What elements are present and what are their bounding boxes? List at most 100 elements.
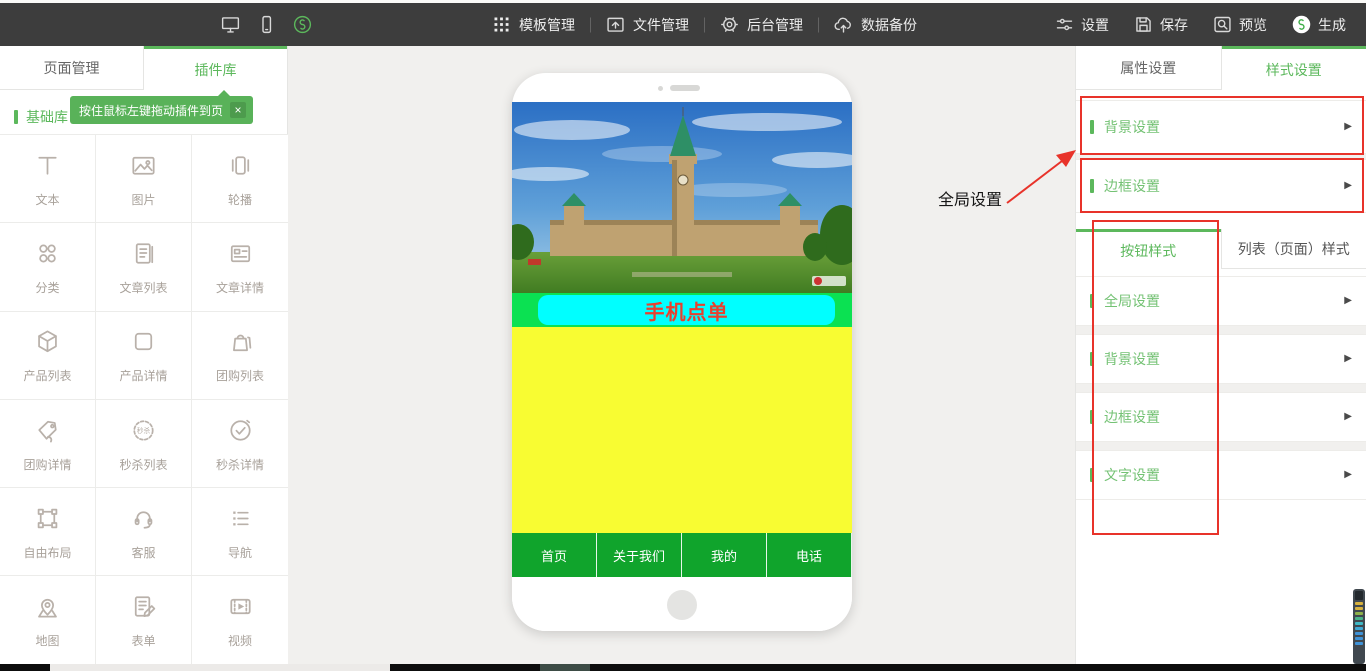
chevron-right-icon: ▶ — [1344, 296, 1352, 306]
phone-nav-about[interactable]: 关于我们 — [597, 533, 682, 577]
plugin-seckill-detail[interactable]: 秒杀详情 — [192, 400, 288, 488]
section-button-border-settings[interactable]: 边框设置 ▶ — [1076, 392, 1366, 442]
tab-page-management[interactable]: 页面管理 — [0, 46, 144, 90]
parliament-photo — [512, 102, 852, 293]
phone-bottom-nav: 首页 关于我们 我的 电话 — [512, 533, 852, 577]
menu-item-label: 模板管理 — [519, 15, 575, 35]
plugin-label: 图片 — [131, 191, 155, 208]
link-circle-icon[interactable] — [292, 14, 313, 35]
horizontal-scrollbar[interactable] — [0, 664, 1366, 671]
plugin-grid: 文本 图片 轮播 分类 文章列表 — [0, 134, 288, 665]
close-icon[interactable]: × — [230, 102, 246, 118]
menu-item-label: 数据备份 — [861, 15, 917, 35]
mobile-view-icon[interactable] — [256, 14, 277, 35]
scrollbar-segment — [540, 664, 590, 671]
menu-backend-management[interactable]: 后台管理 — [704, 3, 818, 46]
title-banner-button[interactable]: 手机点单 — [538, 295, 835, 325]
desktop-view-icon[interactable] — [220, 14, 241, 35]
plugin-navigation[interactable]: 导航 — [192, 488, 288, 576]
cloud-upload-icon — [833, 14, 854, 35]
save-button[interactable]: 保存 — [1133, 14, 1188, 35]
plugin-video[interactable]: 视频 — [192, 576, 288, 664]
phone-nav-home[interactable]: 首页 — [512, 533, 597, 577]
app-root: 模板管理 文件管理 后台管理 数据备份 — [0, 0, 1366, 671]
section-button-background-settings[interactable]: 背景设置 ▶ — [1076, 334, 1366, 384]
plugin-free-layout[interactable]: 自由布局 — [0, 488, 96, 576]
plugin-article-list[interactable]: 文章列表 — [96, 223, 192, 311]
plugin-label: 团购详情 — [23, 456, 71, 473]
phone-nav-phone[interactable]: 电话 — [767, 533, 852, 577]
tab-button-style[interactable]: 按钮样式 — [1076, 229, 1221, 269]
menu-template-management[interactable]: 模板管理 — [476, 3, 590, 46]
action-label: 设置 — [1081, 15, 1109, 35]
camera-dot — [658, 86, 663, 91]
page-minimap-widget[interactable] — [1353, 589, 1365, 664]
minimap-cap — [1355, 591, 1363, 600]
section-border-settings[interactable]: 边框设置 ▶ — [1076, 159, 1366, 213]
banner-strip: 手机点单 — [512, 293, 852, 327]
plugin-carousel[interactable]: 轮播 — [192, 135, 288, 223]
menu-data-backup[interactable]: 数据备份 — [818, 3, 932, 46]
section-label: 边框设置 — [1104, 176, 1160, 196]
plugin-groupbuy-list[interactable]: 团购列表 — [192, 312, 288, 400]
seckill-clock-icon — [128, 415, 159, 446]
plugin-label: 秒杀详情 — [216, 456, 264, 473]
save-icon — [1133, 14, 1154, 35]
nav-item-label: 首页 — [541, 546, 567, 565]
plugin-label: 秒杀列表 — [119, 456, 167, 473]
plugin-customer-service[interactable]: 客服 — [96, 488, 192, 576]
tab-style-settings[interactable]: 样式设置 — [1222, 46, 1366, 90]
article-detail-icon — [225, 238, 256, 269]
plugin-article-detail[interactable]: 文章详情 — [192, 223, 288, 311]
plugin-label: 视频 — [228, 632, 252, 649]
plugin-label: 地图 — [35, 632, 59, 649]
tab-list-page-style[interactable]: 列表（页面）样式 — [1221, 229, 1366, 269]
menu-file-management[interactable]: 文件管理 — [590, 3, 704, 46]
hero-image-block[interactable] — [512, 102, 852, 293]
chevron-right-icon: ▶ — [1344, 412, 1352, 422]
menu-item-label: 后台管理 — [747, 15, 803, 35]
drag-hint-tooltip: 按住鼠标左键拖动插件到页 × — [70, 96, 253, 124]
plugin-product-list[interactable]: 产品列表 — [0, 312, 96, 400]
page-style-sections: 背景设置 ▶ 边框设置 ▶ — [1076, 100, 1366, 213]
library-group-label: 基础库 — [14, 107, 68, 127]
scrollbar-thumb[interactable] — [50, 664, 390, 671]
plugin-product-detail[interactable]: 产品详情 — [96, 312, 192, 400]
clock-check-icon — [225, 415, 256, 446]
tab-label: 属性设置 — [1120, 58, 1176, 78]
sidebar-tabs: 页面管理 插件库 — [0, 46, 287, 90]
plugin-groupbuy-detail[interactable]: 团购详情 — [0, 400, 96, 488]
article-list-icon — [128, 238, 159, 269]
button-style-sections: 全局设置 ▶ 背景设置 ▶ 边框设置 ▶ 文字设置 — [1076, 276, 1366, 500]
design-canvas[interactable]: 手机点单 首页 关于我们 我的 电话 — [288, 46, 1075, 664]
carousel-icon — [225, 150, 256, 181]
action-label: 生成 — [1318, 15, 1346, 35]
chevron-right-icon: ▶ — [1344, 354, 1352, 364]
tab-label: 按钮样式 — [1120, 241, 1176, 261]
generate-icon — [1291, 14, 1312, 35]
plugin-form[interactable]: 表单 — [96, 576, 192, 664]
plugin-map[interactable]: 地图 — [0, 576, 96, 664]
plugin-image[interactable]: 图片 — [96, 135, 192, 223]
green-bar-marker — [1090, 179, 1094, 193]
preview-icon — [1212, 14, 1233, 35]
plugin-seckill-list[interactable]: 秒杀列表 — [96, 400, 192, 488]
price-tag-icon — [32, 415, 63, 446]
phone-nav-mine[interactable]: 我的 — [682, 533, 767, 577]
tooltip-text: 按住鼠标左键拖动插件到页 — [79, 102, 223, 119]
plugin-label: 导航 — [228, 544, 252, 561]
generate-button[interactable]: 生成 — [1291, 14, 1346, 35]
section-background-settings[interactable]: 背景设置 ▶ — [1076, 100, 1366, 154]
preview-button[interactable]: 预览 — [1212, 14, 1267, 35]
chevron-right-icon: ▶ — [1344, 181, 1352, 191]
tab-plugin-library[interactable]: 插件库 — [144, 46, 287, 90]
tab-label: 页面管理 — [44, 58, 100, 78]
section-global-settings[interactable]: 全局设置 ▶ — [1076, 276, 1366, 326]
settings-button[interactable]: 设置 — [1054, 14, 1109, 35]
content-block[interactable] — [512, 327, 852, 533]
plugin-text[interactable]: 文本 — [0, 135, 96, 223]
free-layout-icon — [32, 503, 63, 534]
section-text-settings[interactable]: 文字设置 ▶ — [1076, 450, 1366, 500]
tab-attribute-settings[interactable]: 属性设置 — [1076, 46, 1222, 90]
plugin-category[interactable]: 分类 — [0, 223, 96, 311]
